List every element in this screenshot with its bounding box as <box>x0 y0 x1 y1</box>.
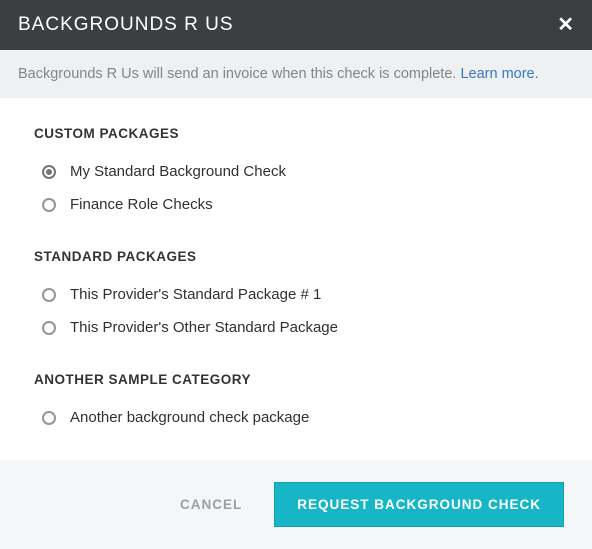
package-option[interactable]: This Provider's Other Standard Package <box>34 311 558 344</box>
category-standard-packages: STANDARD PACKAGES This Provider's Standa… <box>34 249 558 344</box>
info-text: Backgrounds R Us will send an invoice wh… <box>18 66 460 82</box>
radio-icon <box>42 165 56 179</box>
category-title: CUSTOM PACKAGES <box>34 126 558 141</box>
category-title: STANDARD PACKAGES <box>34 249 558 264</box>
modal-header: BACKGROUNDS R US ✕ <box>0 0 592 50</box>
radio-icon <box>42 288 56 302</box>
category-title: ANOTHER SAMPLE CATEGORY <box>34 372 558 387</box>
modal-footer: CANCEL REQUEST BACKGROUND CHECK <box>0 460 592 549</box>
modal-dialog: BACKGROUNDS R US ✕ Backgrounds R Us will… <box>0 0 592 549</box>
package-option[interactable]: Another background check package <box>34 401 558 434</box>
request-background-check-button[interactable]: REQUEST BACKGROUND CHECK <box>274 482 564 527</box>
package-option[interactable]: Finance Role Checks <box>34 188 558 221</box>
modal-body: CUSTOM PACKAGES My Standard Background C… <box>0 98 592 460</box>
option-label: Finance Role Checks <box>70 196 213 213</box>
modal-title: BACKGROUNDS R US <box>18 14 234 36</box>
option-label: Another background check package <box>70 409 309 426</box>
category-custom-packages: CUSTOM PACKAGES My Standard Background C… <box>34 126 558 221</box>
learn-more-link[interactable]: Learn more. <box>460 66 538 82</box>
option-label: This Provider's Standard Package # 1 <box>70 286 321 303</box>
option-label: My Standard Background Check <box>70 163 286 180</box>
package-option[interactable]: This Provider's Standard Package # 1 <box>34 278 558 311</box>
option-label: This Provider's Other Standard Package <box>70 319 338 336</box>
info-banner: Backgrounds R Us will send an invoice wh… <box>0 50 592 98</box>
radio-icon <box>42 411 56 425</box>
close-icon[interactable]: ✕ <box>557 15 574 35</box>
cancel-button[interactable]: CANCEL <box>180 497 242 512</box>
radio-icon <box>42 198 56 212</box>
radio-icon <box>42 321 56 335</box>
package-option[interactable]: My Standard Background Check <box>34 155 558 188</box>
category-another-sample: ANOTHER SAMPLE CATEGORY Another backgrou… <box>34 372 558 434</box>
